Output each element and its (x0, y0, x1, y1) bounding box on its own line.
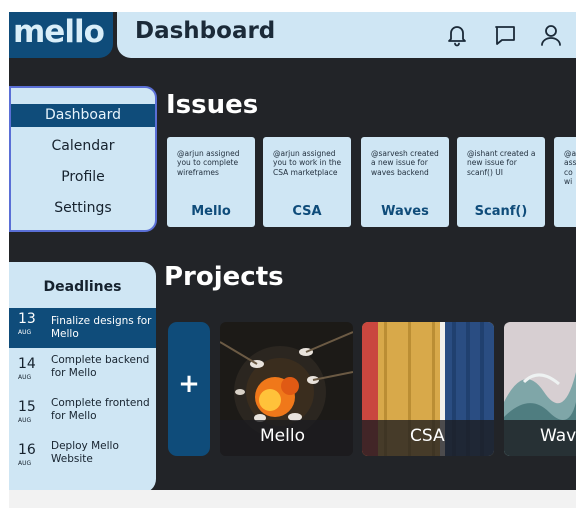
issue-text: @arjun assigned you to work in the CSA m… (273, 149, 342, 177)
deadlines-title: Deadlines (43, 279, 122, 295)
project-name: CSA (410, 426, 445, 446)
project-name: Wav (540, 426, 576, 446)
deadline-text: Complete frontend for Mello (51, 397, 150, 422)
deadlines-panel: Deadlines 13 AUG Finalize designs for Me… (9, 262, 156, 493)
plus-icon: + (178, 369, 200, 399)
message-icon[interactable] (492, 22, 518, 48)
sidebar-item-settings[interactable]: Settings (11, 197, 155, 220)
issue-project: Scanf() (474, 204, 528, 219)
deadline-month: AUG (18, 417, 32, 424)
deadline-text: Deploy Mello Website (51, 440, 119, 465)
add-project-button[interactable]: + (168, 322, 210, 456)
sidebar-nav: Dashboard Calendar Profile Settings (9, 86, 157, 232)
issue-card[interactable]: @arjun assigned you to complete wirefram… (167, 137, 255, 227)
project-label-bar: Mello (220, 420, 353, 456)
deadline-item[interactable]: 14 AUG Complete backend for Mello (9, 353, 156, 393)
page-footer-strip (9, 490, 576, 508)
project-label-bar: CSA (362, 420, 494, 456)
issue-card[interactable]: @ishant created a new issue for scanf() … (457, 137, 545, 227)
issue-project: CSA (292, 204, 322, 219)
project-card[interactable]: CSA (362, 322, 494, 456)
project-label-bar: Wav (504, 420, 576, 456)
page-title: Dashboard (135, 18, 276, 44)
issue-card[interactable]: @sarvesh created a new issue for waves b… (361, 137, 449, 227)
issue-text: @a ass co wi (564, 149, 576, 187)
issue-text: @arjun assigned you to complete wirefram… (177, 149, 240, 177)
deadline-item[interactable]: 13 AUG Finalize designs for Mello (9, 308, 156, 348)
app-window: mello Dashboard Dashboard Calendar Profi… (9, 12, 576, 508)
deadline-month: AUG (18, 460, 32, 467)
issue-project: Mello (191, 204, 231, 219)
project-card[interactable]: Mello (220, 322, 353, 456)
deadline-text: Finalize designs for Mello (51, 315, 152, 340)
projects-title: Projects (164, 262, 284, 292)
header-bar: Dashboard (117, 12, 576, 58)
project-name: Mello (260, 426, 305, 446)
deadline-item[interactable]: 15 AUG Complete frontend for Mello (9, 396, 156, 436)
sidebar-item-calendar[interactable]: Calendar (11, 135, 155, 158)
issue-card[interactable]: @arjun assigned you to work in the CSA m… (263, 137, 351, 227)
issues-title: Issues (166, 90, 259, 120)
deadline-day: 15 (18, 399, 36, 415)
sidebar-item-dashboard[interactable]: Dashboard (11, 104, 155, 127)
logo[interactable]: mello (9, 12, 113, 58)
logo-text: mello (13, 14, 105, 50)
sidebar-item-profile[interactable]: Profile (11, 166, 155, 189)
deadline-month: AUG (18, 329, 32, 336)
deadline-day: 16 (18, 442, 36, 458)
issue-text: @sarvesh created a new issue for waves b… (371, 149, 439, 177)
issue-project: Waves (381, 204, 429, 219)
project-card[interactable]: Wav (504, 322, 576, 456)
issue-card[interactable]: @a ass co wi (554, 137, 576, 227)
deadline-day: 13 (18, 311, 36, 327)
user-icon[interactable] (538, 22, 564, 48)
deadline-month: AUG (18, 374, 32, 381)
issue-text: @ishant created a new issue for scanf() … (467, 149, 536, 177)
bell-icon[interactable] (444, 22, 470, 48)
deadline-text: Complete backend for Mello (51, 354, 150, 379)
deadline-day: 14 (18, 356, 36, 372)
deadline-item[interactable]: 16 AUG Deploy Mello Website (9, 439, 156, 479)
